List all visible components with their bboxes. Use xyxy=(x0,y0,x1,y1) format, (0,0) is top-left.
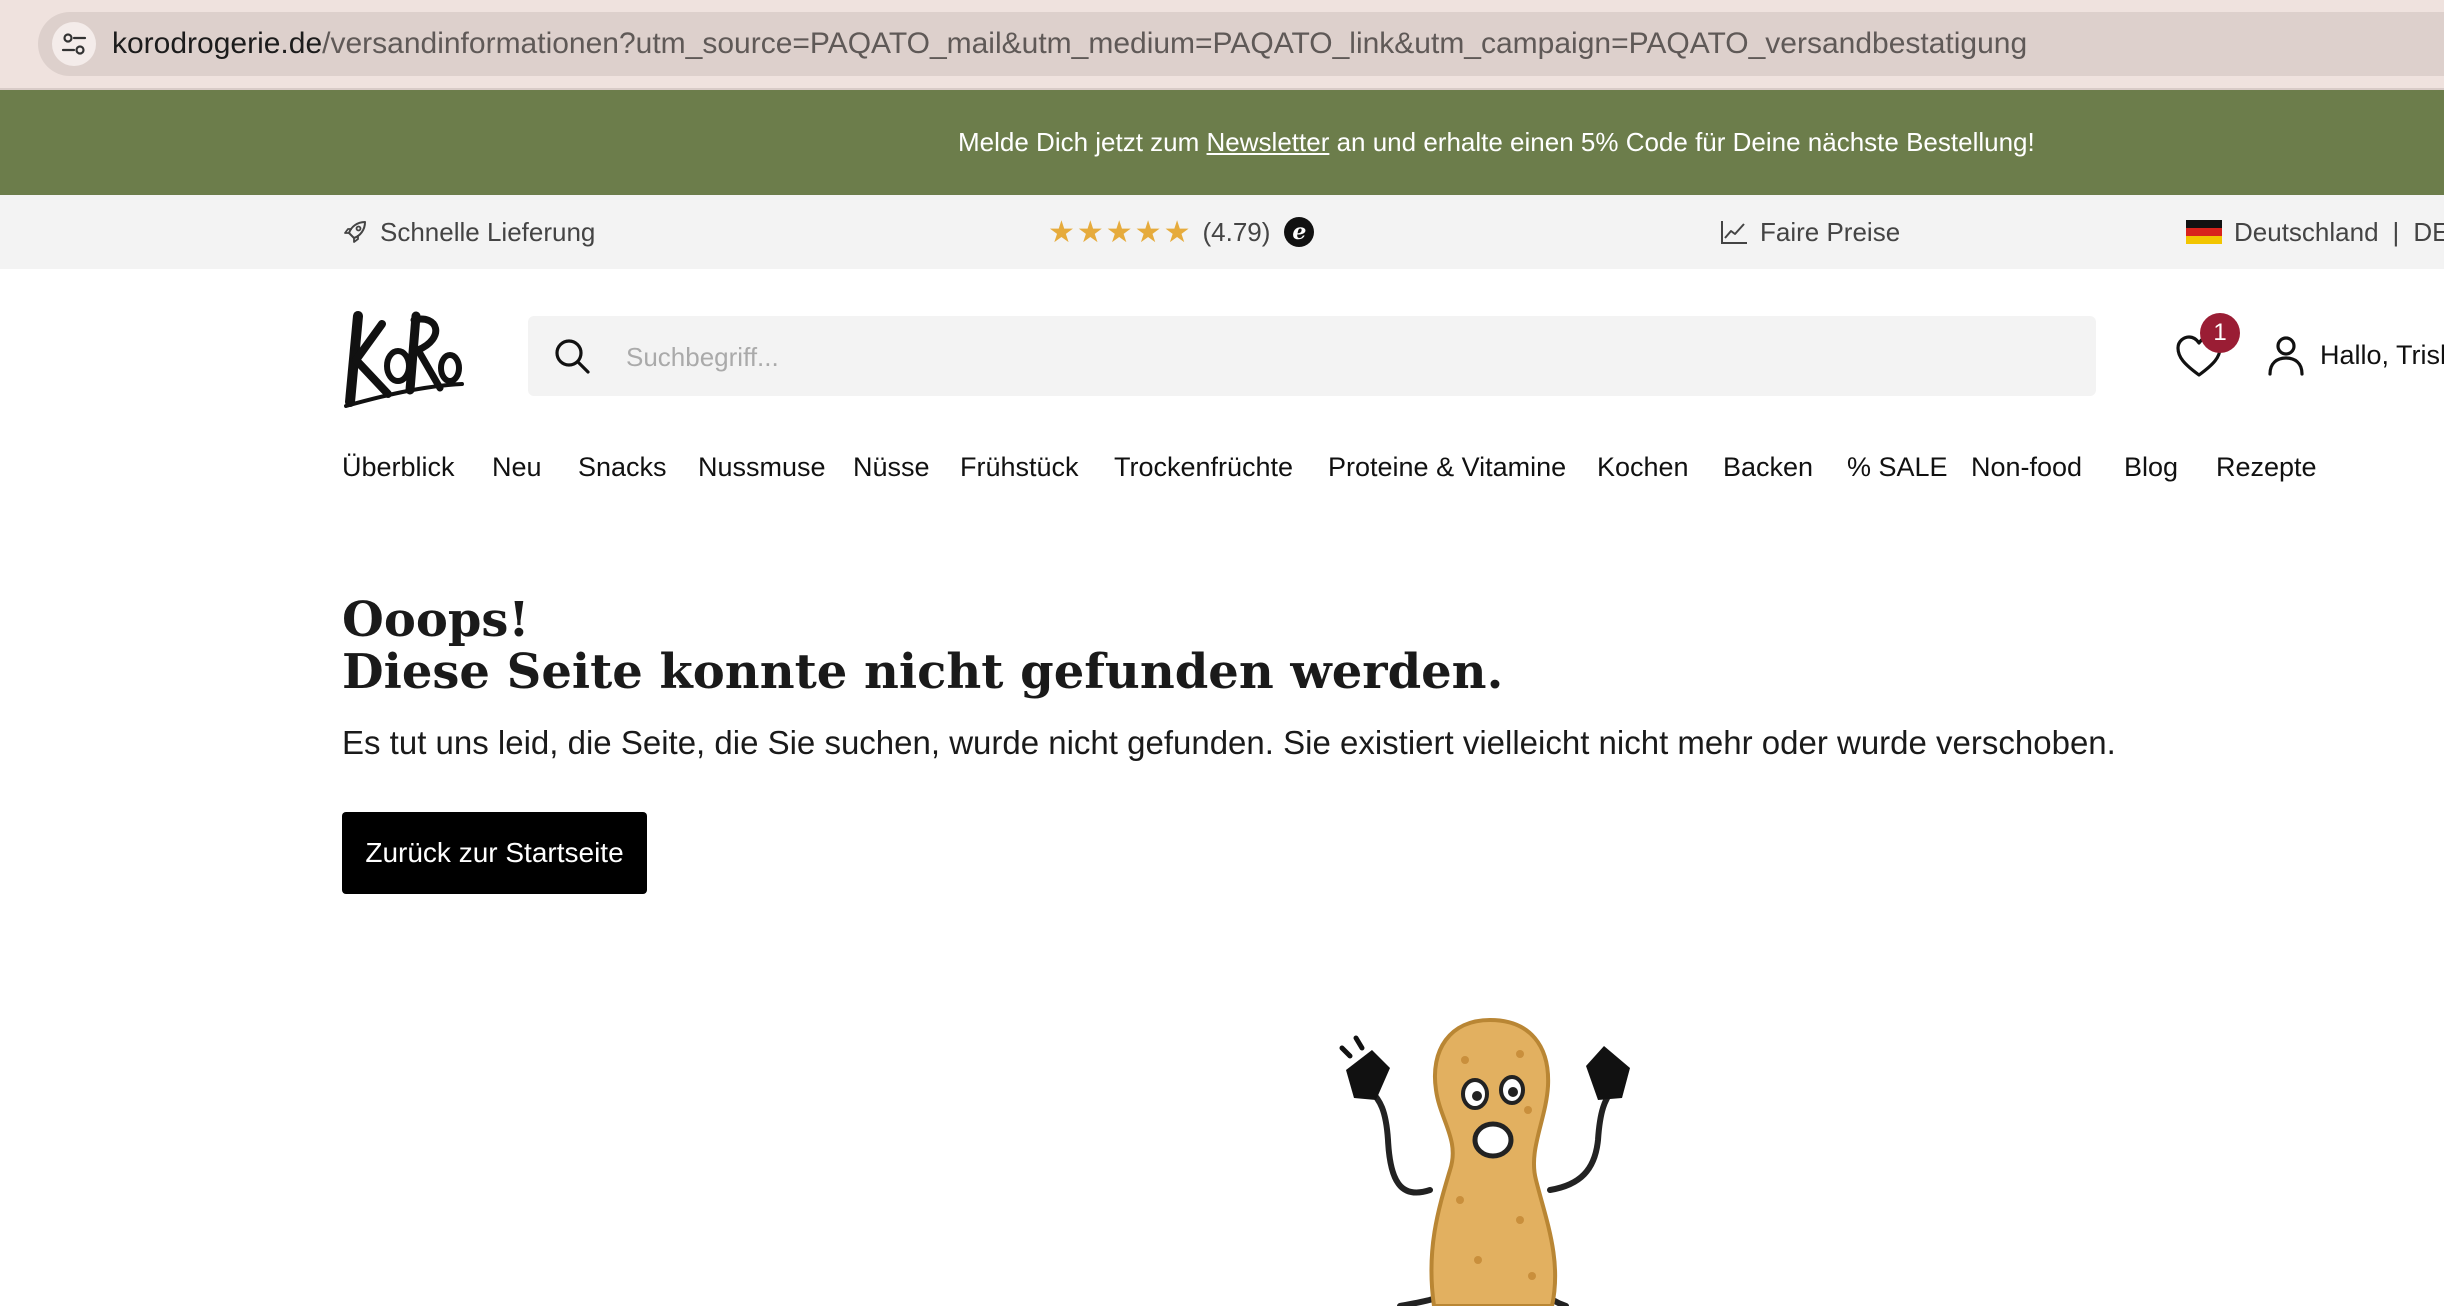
nav-item-nuesse[interactable]: Nüsse xyxy=(853,452,930,483)
rocket-icon xyxy=(344,221,366,243)
nav-item-ueberblick[interactable]: Überblick xyxy=(342,452,455,483)
chart-line-icon xyxy=(1721,221,1747,244)
rating-stars: ★★★★★ xyxy=(1048,215,1193,249)
nav-item-neu[interactable]: Neu xyxy=(492,452,542,483)
nav-item-fruehstueck[interactable]: Frühstück xyxy=(960,452,1079,483)
user-icon xyxy=(2268,336,2304,376)
url-field[interactable]: korodrogerie.de/versandinformationen?utm… xyxy=(38,12,2444,76)
rating-value: (4.79) xyxy=(1202,216,1271,247)
nav-item-proteine-vitamine[interactable]: Proteine & Vitamine xyxy=(1328,452,1566,483)
account-greeting: Hallo, Trish xyxy=(2320,339,2444,370)
surprised-peanut-illustration xyxy=(1339,1017,1630,1306)
nav-item-backen[interactable]: Backen xyxy=(1723,452,1813,483)
newsletter-banner: Melde Dich jetzt zum Newsletter an und e… xyxy=(0,90,2444,195)
newsletter-text-before: Melde Dich jetzt zum xyxy=(958,127,1207,157)
nav-item-non-food[interactable]: Non-food xyxy=(1971,452,2082,483)
trusted-shops-badge-icon: e xyxy=(1284,217,1315,247)
wishlist-count-badge: 1 xyxy=(2200,313,2240,353)
country-label: Deutschland xyxy=(2234,216,2379,247)
account-menu[interactable]: Hallo, Trish xyxy=(2266,334,2444,376)
nav-item-rezepte[interactable]: Rezepte xyxy=(2216,452,2317,483)
error-title-line2: Diese Seite konnte nicht gefunden werden… xyxy=(342,644,1504,700)
language-label: DE xyxy=(2413,216,2444,247)
error-message: Es tut uns leid, die Seite, die Sie such… xyxy=(342,724,2116,761)
search-icon[interactable] xyxy=(552,336,592,376)
browser-address-bar: korodrogerie.de/versandinformationen?utm… xyxy=(0,0,2444,90)
search-input[interactable] xyxy=(624,330,2028,384)
usp-delivery-label: Schnelle Lieferung xyxy=(380,216,596,247)
usp-delivery: Schnelle Lieferung xyxy=(342,215,595,249)
usp-prices: Faire Preise xyxy=(1720,215,1900,249)
error-title-line1: Ooops! xyxy=(342,592,530,648)
nav-item-sale[interactable]: % SALE xyxy=(1847,452,1948,483)
search-bar[interactable] xyxy=(528,316,2096,396)
tune-icon xyxy=(61,33,87,55)
url-text[interactable]: korodrogerie.de/versandinformationen?utm… xyxy=(112,26,2027,62)
nav-item-nussmuse[interactable]: Nussmuse xyxy=(698,452,826,483)
newsletter-text: Melde Dich jetzt zum Newsletter an und e… xyxy=(958,125,2035,159)
nav-item-blog[interactable]: Blog xyxy=(2124,452,2178,483)
newsletter-text-after: an und erhalte einen 5% Code für Deine n… xyxy=(1329,127,2035,157)
koro-logo[interactable] xyxy=(342,298,466,410)
newsletter-link[interactable]: Newsletter xyxy=(1207,127,1330,157)
country-selector[interactable]: Deutschland | DE xyxy=(2186,215,2444,249)
url-path: /versandinformationen?utm_source=PAQATO_… xyxy=(322,27,2028,60)
site-info-button[interactable] xyxy=(52,22,96,66)
nav-item-kochen[interactable]: Kochen xyxy=(1597,452,1689,483)
usp-rating[interactable]: ★★★★★ (4.79) e xyxy=(1048,215,1315,249)
germany-flag-icon xyxy=(2186,220,2222,244)
url-host: korodrogerie.de xyxy=(112,27,323,60)
error-title: Ooops! Diese Seite konnte nicht gefunden… xyxy=(342,594,1503,698)
nav-item-trockenfruechte[interactable]: Trockenfrüchte xyxy=(1114,452,1293,483)
nav-item-snacks[interactable]: Snacks xyxy=(578,452,667,483)
back-to-home-button[interactable]: Zurück zur Startseite xyxy=(342,812,647,894)
usp-bar: Schnelle Lieferung ★★★★★ (4.79) e Faire … xyxy=(0,195,2444,269)
usp-prices-label: Faire Preise xyxy=(1760,216,1901,247)
country-language-separator: | xyxy=(2392,216,2400,247)
